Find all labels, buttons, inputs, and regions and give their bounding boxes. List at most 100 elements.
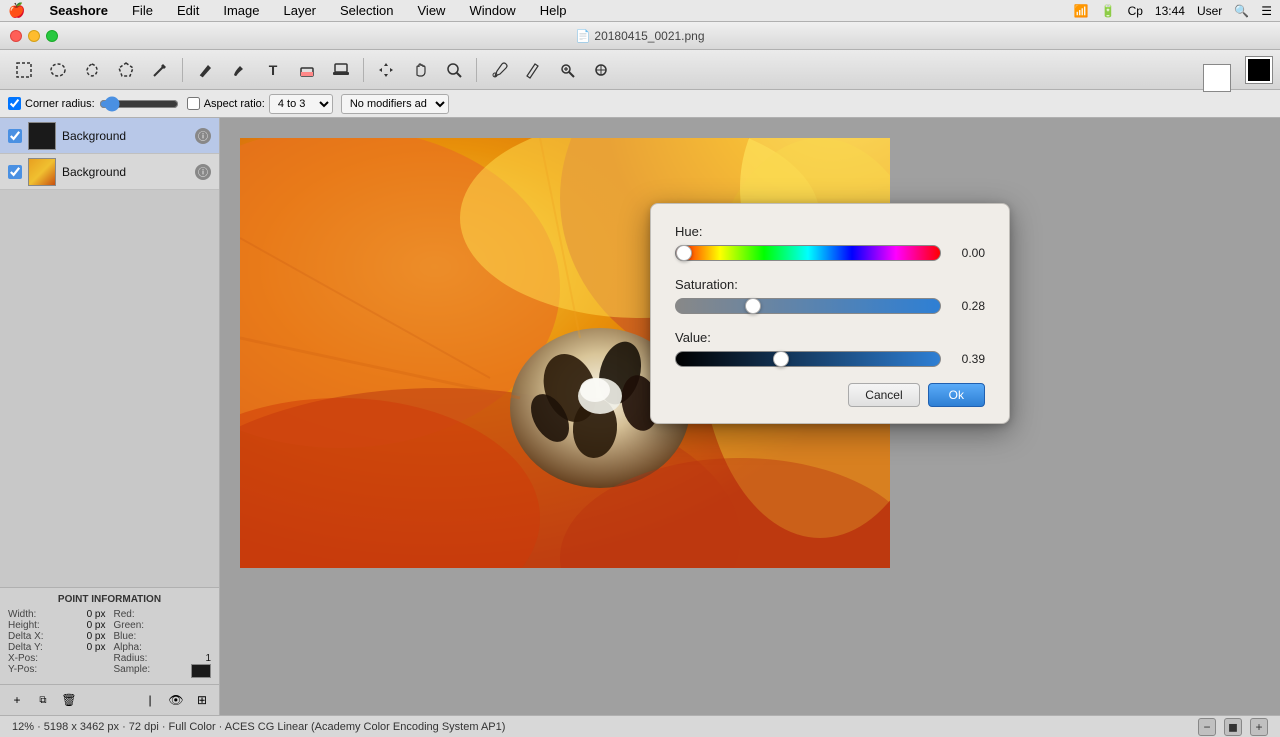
text-tool[interactable]: T (257, 55, 289, 85)
add-layer-button[interactable]: + (6, 689, 28, 711)
modifiers-select[interactable]: No modifiers ad (341, 94, 449, 114)
layer-info-1[interactable]: ⓘ (195, 164, 211, 180)
hue-slider[interactable] (675, 245, 941, 261)
maximize-button[interactable] (46, 30, 58, 42)
move-tool[interactable] (370, 55, 402, 85)
hue-value: 0.00 (949, 246, 985, 260)
sidebar-empty-area (0, 190, 219, 587)
corner-radius-checkbox[interactable] (8, 97, 21, 110)
eraser-tool[interactable] (291, 55, 323, 85)
aspect-ratio-group: Aspect ratio: 4 to 3 16 to 9 1 to 1 (187, 94, 333, 114)
menu-file[interactable]: File (128, 3, 157, 18)
separator2 (363, 58, 364, 82)
saturation-value: 0.28 (949, 299, 985, 313)
zoom-out-button[interactable]: − (1198, 718, 1216, 736)
zoom-fit-button[interactable]: ◼ (1224, 718, 1242, 736)
menu-bar-right: 📶 🔋 Cp 13:44 User 🔍 ☰ (1074, 4, 1272, 18)
menu-help[interactable]: Help (536, 3, 571, 18)
minimize-button[interactable] (28, 30, 40, 42)
value-label: Value: (675, 330, 985, 345)
menu-layer[interactable]: Layer (279, 3, 320, 18)
ok-button[interactable]: Ok (928, 383, 985, 407)
elliptical-select-tool[interactable] (42, 55, 74, 85)
notification-icon[interactable]: ☰ (1261, 4, 1272, 18)
hue-slider-container: 0.00 (675, 245, 985, 261)
transform-tool[interactable] (585, 55, 617, 85)
battery-icon: 🔋 (1101, 4, 1116, 18)
zoom-in-tool[interactable] (438, 55, 470, 85)
options-bar: Corner radius: Aspect ratio: 4 to 3 16 t… (0, 90, 1280, 118)
sidebar-tools-bar: + ⧉ 🗑 | 👁 ⊞ (0, 684, 219, 715)
grid-toggle-button[interactable]: ⊞ (191, 689, 213, 711)
point-info-grid: Width:0 px Height:0 px Delta X:0 px Delt… (8, 609, 211, 678)
corner-radius-slider[interactable] (99, 97, 179, 111)
wand-tool[interactable] (144, 55, 176, 85)
stamp-tool[interactable] (325, 55, 357, 85)
delta-x-label: Delta X: (8, 631, 44, 642)
background-color-swatch[interactable] (1204, 65, 1230, 91)
close-button[interactable] (10, 30, 22, 42)
aspect-ratio-label: Aspect ratio: (204, 98, 265, 110)
cancel-button[interactable]: Cancel (848, 383, 919, 407)
clock: 13:44 (1155, 4, 1185, 18)
duplicate-layer-button[interactable]: ⧉ (32, 689, 54, 711)
panel-toggle-button[interactable]: | (139, 689, 161, 711)
toolbar: T (0, 50, 1280, 90)
sample-label: Sample: (114, 664, 151, 678)
sidebar: Background ⓘ Background ⓘ POINT INFORMAT… (0, 118, 220, 715)
menu-selection[interactable]: Selection (336, 3, 397, 18)
apple-menu[interactable]: 🍎 (8, 2, 25, 19)
layer-visibility-1[interactable] (8, 165, 22, 179)
polygon-select-tool[interactable] (110, 55, 142, 85)
corner-radius-group: Corner radius: (8, 97, 179, 111)
menu-edit[interactable]: Edit (173, 3, 203, 18)
foreground-color-swatch[interactable] (1246, 57, 1272, 83)
width-label: Width: (8, 609, 36, 620)
pencil-tool[interactable] (189, 55, 221, 85)
saturation-row: Saturation: 0.28 (675, 277, 985, 314)
visibility-toggle-button[interactable]: 👁 (165, 689, 187, 711)
hsv-dialog: Hue: 0.00 Saturation: 0.28 Value: 0.39 (650, 203, 1010, 424)
height-label: Height: (8, 620, 40, 631)
corner-radius-label: Corner radius: (25, 98, 95, 110)
separator1 (182, 58, 183, 82)
lasso-tool[interactable] (76, 55, 108, 85)
layer-item-background-black[interactable]: Background ⓘ (0, 118, 219, 154)
delta-y-value: 0 px (87, 642, 106, 653)
eyedropper-tool[interactable] (483, 55, 515, 85)
saturation-slider[interactable] (675, 298, 941, 314)
ypos-label: Y-Pos: (8, 664, 37, 675)
status-bar-right: − ◼ + (1198, 718, 1268, 736)
radius-value: 1 (205, 653, 211, 664)
brush-tool[interactable] (223, 55, 255, 85)
menu-view[interactable]: View (414, 3, 450, 18)
layer-visibility-0[interactable] (8, 129, 22, 143)
wifi-icon: 📶 (1074, 4, 1089, 18)
green-label: Green: (114, 620, 145, 631)
layer-info-0[interactable]: ⓘ (195, 128, 211, 144)
zoom-in-button[interactable]: + (1250, 718, 1268, 736)
magnify-tool[interactable] (551, 55, 583, 85)
search-icon[interactable]: 🔍 (1234, 4, 1249, 18)
value-slider[interactable] (675, 351, 941, 367)
value-slider-container: 0.39 (675, 351, 985, 367)
separator3 (476, 58, 477, 82)
pencil2-tool[interactable] (517, 55, 549, 85)
dialog-buttons: Cancel Ok (675, 383, 985, 407)
layer-thumb-black (28, 122, 56, 150)
radius-label: Radius: (114, 653, 148, 664)
layer-item-background-flower[interactable]: Background ⓘ (0, 154, 219, 190)
aspect-ratio-select[interactable]: 4 to 3 16 to 9 1 to 1 (269, 94, 333, 114)
menu-bar: 🍎 Seashore File Edit Image Layer Selecti… (0, 0, 1280, 22)
aspect-ratio-checkbox[interactable] (187, 97, 200, 110)
alpha-label: Alpha: (114, 642, 142, 653)
menu-window[interactable]: Window (465, 3, 519, 18)
point-info-title: POINT INFORMATION (8, 594, 211, 605)
rectangular-select-tool[interactable] (8, 55, 40, 85)
status-bar: 12% · 5198 x 3462 px · 72 dpi · Full Col… (0, 715, 1280, 737)
menu-seashore[interactable]: Seashore (45, 3, 112, 18)
value-value: 0.39 (949, 352, 985, 366)
menu-image[interactable]: Image (219, 3, 263, 18)
delete-layer-button[interactable]: 🗑 (58, 689, 80, 711)
hand-tool[interactable] (404, 55, 436, 85)
